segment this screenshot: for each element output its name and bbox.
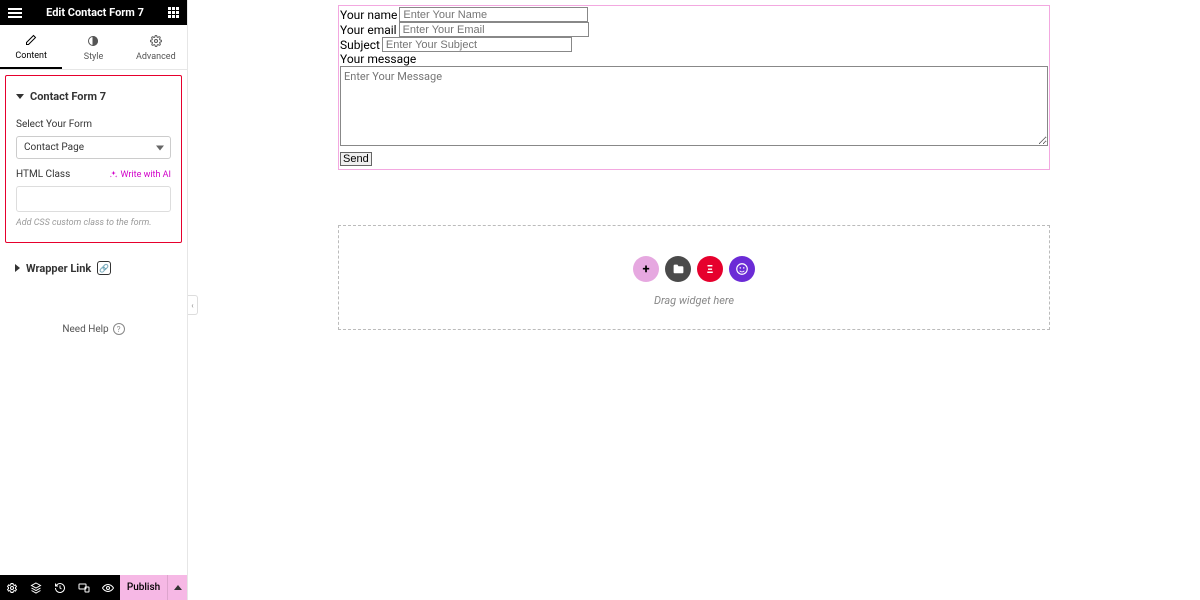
chevron-up-icon: [174, 585, 182, 590]
select-form-label: Select Your Form: [16, 119, 171, 130]
subject-input[interactable]: [382, 37, 572, 52]
select-form-value: Contact Page: [24, 142, 84, 153]
send-button[interactable]: Send: [340, 152, 372, 166]
subject-label: Subject: [340, 38, 382, 52]
history-button[interactable]: [48, 575, 72, 600]
name-label: Your name: [340, 8, 399, 22]
html-class-input[interactable]: [16, 186, 171, 212]
publish-button[interactable]: Publish: [120, 575, 167, 600]
write-with-ai-link[interactable]: Write with AI: [109, 170, 171, 180]
chevron-down-icon: [156, 145, 164, 150]
pencil-icon: [24, 33, 38, 47]
tab-label: Content: [15, 51, 47, 61]
section-toggle-wrapper[interactable]: Wrapper Link 🔗: [5, 253, 182, 283]
select-form-dropdown[interactable]: Contact Page: [16, 136, 171, 159]
eye-icon: [102, 582, 114, 594]
menu-icon[interactable]: [8, 8, 22, 18]
drop-zone[interactable]: + Ξ Drag widget here: [338, 225, 1050, 330]
ai-link-label: Write with AI: [121, 170, 171, 180]
gear-icon: [149, 34, 163, 48]
tab-label: Style: [84, 52, 104, 62]
link-icon: 🔗: [97, 261, 111, 275]
contrast-icon: [86, 34, 100, 48]
history-icon: [54, 582, 66, 594]
tab-advanced[interactable]: Advanced: [125, 25, 187, 69]
responsive-button[interactable]: [72, 575, 96, 600]
ek-icon: Ξ: [707, 263, 713, 276]
html-class-helper: Add CSS custom class to the form.: [16, 218, 171, 228]
caret-down-icon: [16, 94, 24, 99]
section-title: Contact Form 7: [30, 90, 106, 103]
need-help-link[interactable]: Need Help ?: [5, 323, 182, 335]
cf7-widget[interactable]: Your name Your email Subject Your messag…: [338, 5, 1050, 170]
help-icon: ?: [113, 323, 125, 335]
folder-icon: [672, 263, 685, 276]
ai-button[interactable]: [729, 256, 755, 282]
gear-icon: [6, 582, 18, 594]
caret-right-icon: [15, 264, 20, 272]
layers-icon: [30, 582, 42, 594]
html-class-label: HTML Class: [16, 169, 70, 180]
need-help-label: Need Help: [62, 324, 108, 335]
publish-options-button[interactable]: [167, 575, 187, 600]
navigator-button[interactable]: [24, 575, 48, 600]
publish-label: Publish: [127, 582, 160, 593]
sparkle-icon: [109, 170, 118, 179]
tab-content[interactable]: Content: [0, 25, 62, 69]
tab-style[interactable]: Style: [62, 25, 124, 69]
settings-button[interactable]: [0, 575, 24, 600]
devices-icon: [78, 582, 90, 594]
template-library-button[interactable]: [665, 256, 691, 282]
email-input[interactable]: [399, 22, 589, 37]
email-label: Your email: [340, 23, 399, 37]
section-toggle-cf7[interactable]: Contact Form 7: [16, 84, 171, 109]
widgets-icon[interactable]: [168, 7, 179, 18]
plus-icon: +: [642, 262, 649, 277]
message-label: Your message: [340, 52, 418, 66]
name-input[interactable]: [399, 7, 588, 22]
preview-button[interactable]: [96, 575, 120, 600]
add-widget-button[interactable]: +: [633, 256, 659, 282]
panel-title: Edit Contact Form 7: [22, 6, 168, 19]
elementskit-button[interactable]: Ξ: [697, 256, 723, 282]
section-title: Wrapper Link: [26, 262, 91, 275]
message-textarea[interactable]: [340, 66, 1048, 146]
tab-label: Advanced: [136, 52, 176, 62]
drop-zone-label: Drag widget here: [654, 294, 734, 307]
robot-icon: [735, 262, 749, 276]
